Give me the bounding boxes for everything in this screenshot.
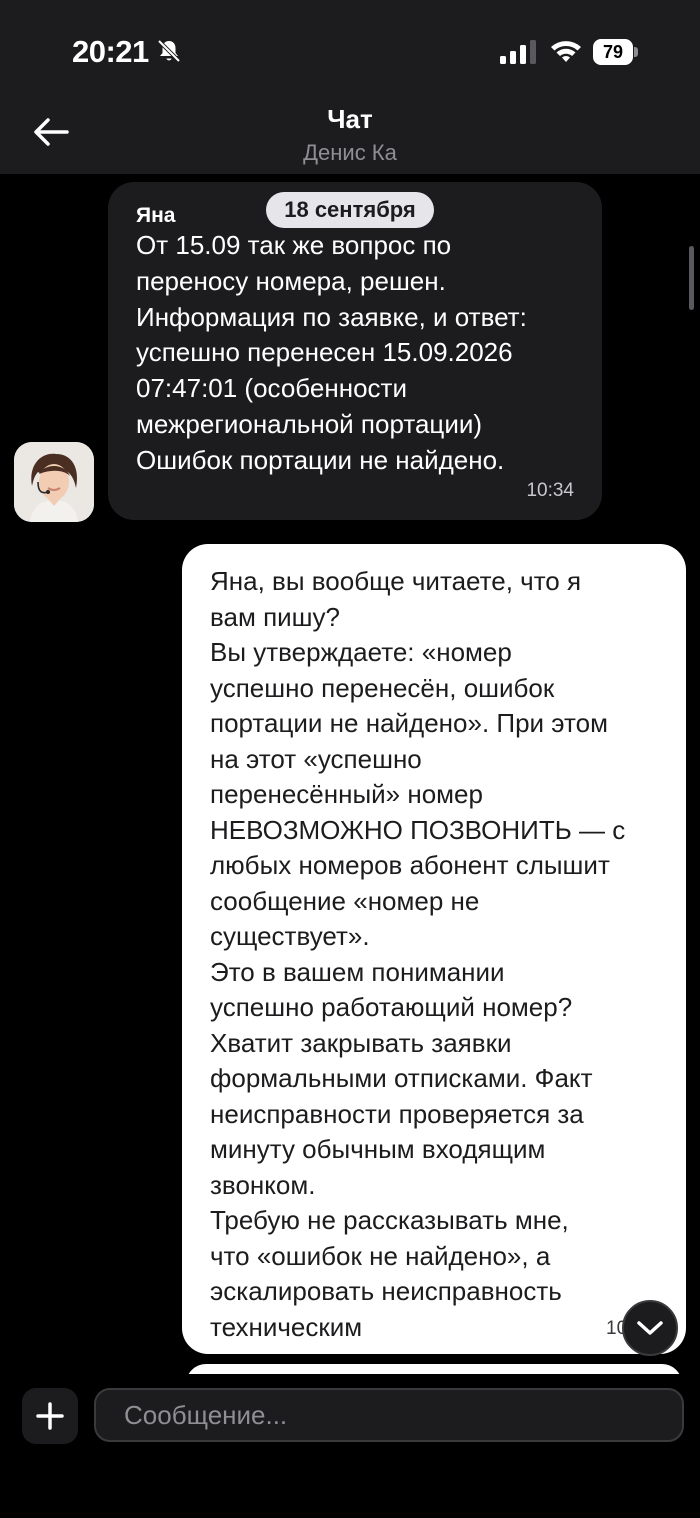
sender-name: Яна [136,204,176,227]
composer: Сообщение... [0,1374,700,1518]
page-subtitle: Денис Ка [303,140,397,165]
page-title: Чат [327,104,373,134]
plus-icon [36,1402,64,1430]
chevron-down-icon [637,1321,663,1335]
avatar[interactable] [14,442,94,522]
message-time: 10:34 [526,480,574,501]
status-time: 20:21 [72,34,149,69]
message-input[interactable]: Сообщение... [94,1388,684,1442]
scroll-down-button[interactable] [622,1300,678,1356]
date-chip: 18 сентября [266,192,434,228]
scroll-indicator[interactable] [689,246,694,310]
battery-icon: 79 [593,39,638,65]
message-text: Яна, вы вообще читаете, что я вам пишу? … [210,566,626,1342]
message-text: От 15.09 так же вопрос по переносу номер… [136,230,527,475]
outgoing-message-partial[interactable] [186,1364,682,1374]
add-attachment-button[interactable] [22,1388,78,1444]
wifi-icon [551,41,581,62]
battery-level: 79 [593,39,633,65]
nav-bar: Чат Денис Ка [0,92,700,174]
battery-cap [634,47,638,57]
signal-icon [500,40,536,64]
chat-thread[interactable]: Яна 18 сентября От 15.09 так же вопрос п… [0,174,700,1374]
outgoing-message[interactable]: Яна, вы вообще читаете, что я вам пишу? … [182,544,686,1354]
status-bar: 20:21 79 [0,0,700,92]
operator-avatar-icon [14,442,94,522]
incoming-message[interactable]: Яна 18 сентября От 15.09 так же вопрос п… [108,182,602,520]
bell-slash-icon [157,39,181,63]
